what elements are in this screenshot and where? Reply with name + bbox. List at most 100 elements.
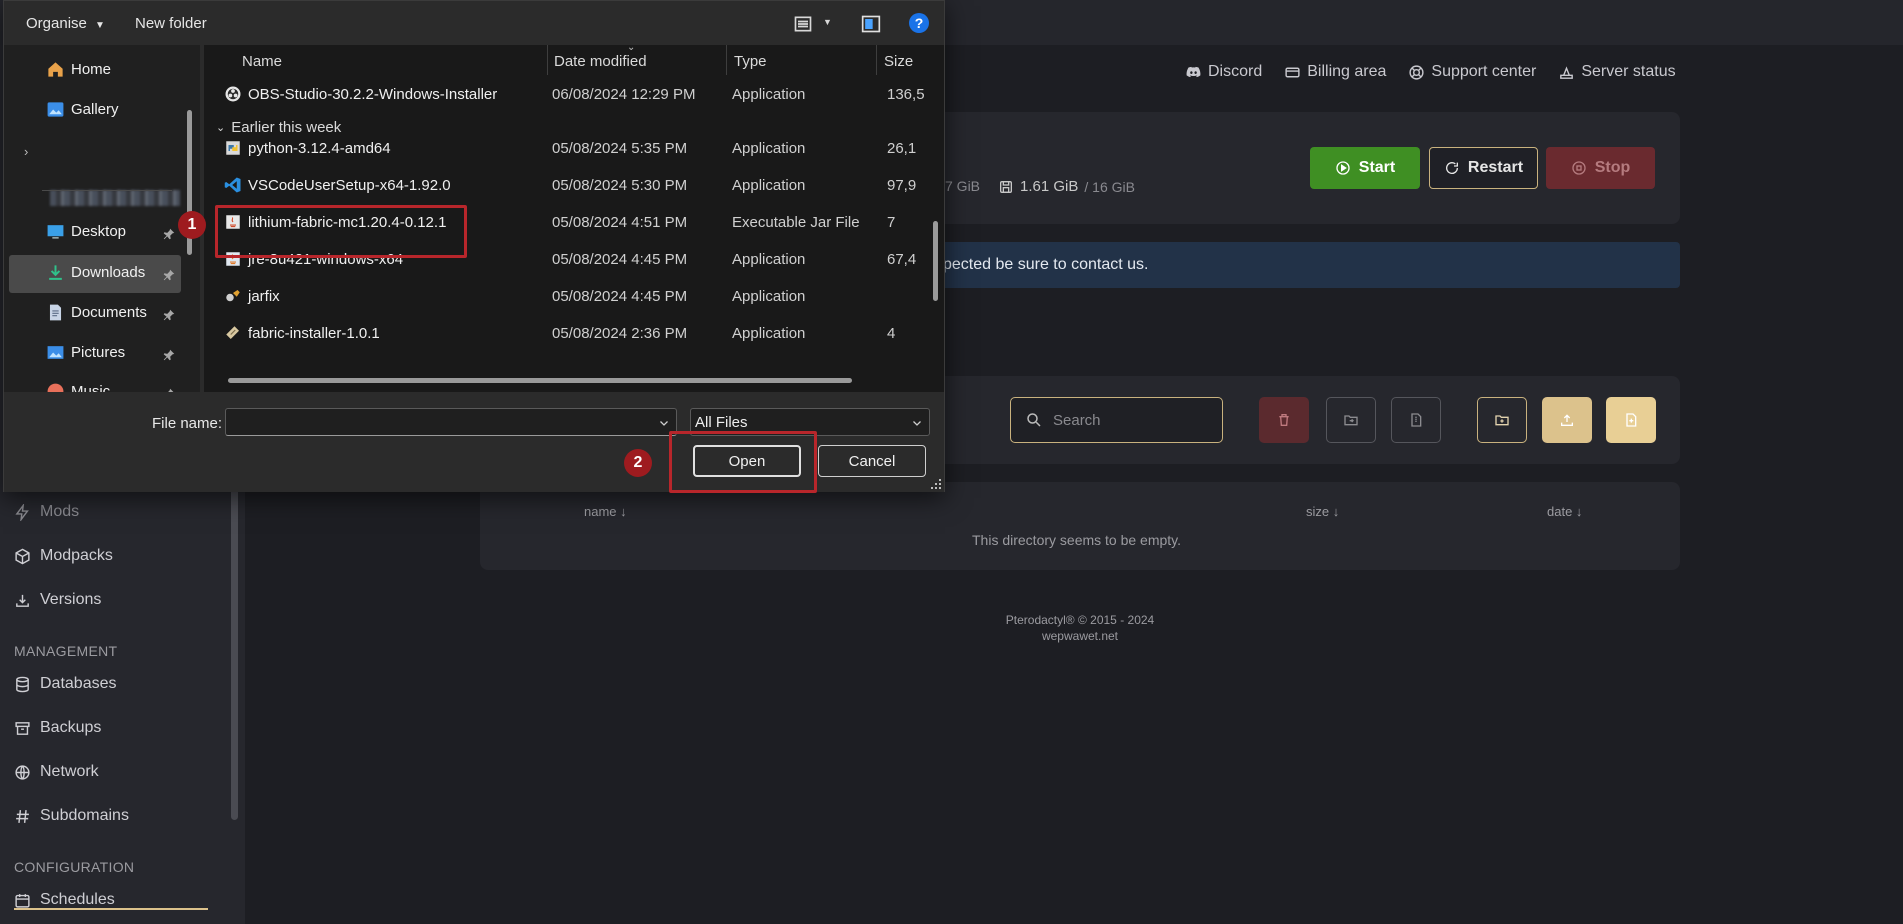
configuration-heading: CONFIGURATION: [14, 859, 135, 875]
sidebar-item-label: Subdomains: [40, 807, 129, 824]
file-name-cell: jarfix: [224, 287, 280, 305]
archive-icon: [15, 721, 30, 735]
chevron-down-icon[interactable]: [658, 417, 670, 429]
footer-domain[interactable]: wepwawet.net: [960, 628, 1200, 644]
home-icon: [48, 62, 63, 77]
billing-link[interactable]: Billing area: [1284, 63, 1386, 81]
hash-icon: [16, 809, 29, 823]
memory-stat: 7 GiB: [945, 178, 980, 194]
pin-icon[interactable]: [162, 227, 176, 241]
file-size: 4: [887, 325, 896, 342]
new-file-button[interactable]: [1606, 397, 1656, 443]
file-name: fabric-installer-1.0.1: [248, 324, 380, 342]
nav-separator: [42, 190, 172, 191]
view-options-button[interactable]: ▼: [793, 14, 832, 39]
delete-button[interactable]: [1259, 397, 1309, 443]
column-header-row: Name Date modified ⌄ Type Size: [204, 45, 944, 75]
card-icon: [1285, 67, 1300, 77]
server-icon: [1560, 65, 1574, 79]
chevron-right-icon[interactable]: ›: [24, 144, 28, 159]
discord-link[interactable]: Discord: [1185, 63, 1262, 81]
sidebar-item-subdomains[interactable]: Subdomains: [14, 807, 129, 825]
pin-icon[interactable]: [162, 348, 176, 362]
disk-icon: [1000, 180, 1012, 193]
file-name: python-3.12.4-amd64: [248, 139, 391, 157]
nav-item-pictures[interactable]: Pictures: [46, 343, 125, 362]
file-name-label: File name:: [152, 415, 223, 432]
archive-button[interactable]: [1391, 397, 1441, 443]
file-row[interactable]: VSCodeUserSetup-x64-1.92.0 05/08/2024 5:…: [204, 167, 944, 203]
new-folder-button[interactable]: [1477, 397, 1527, 443]
annotation-badge-2: 2: [624, 449, 652, 477]
column-name[interactable]: Name: [242, 53, 282, 70]
file-name-cell: OBS-Studio-30.2.2-Windows-Installer: [224, 85, 497, 103]
nav-item-music[interactable]: Music: [46, 382, 110, 392]
status-link[interactable]: Server status: [1558, 63, 1676, 81]
file-row[interactable]: jarfix 05/08/2024 4:45 PM Application: [204, 278, 944, 314]
list-view-icon: [794, 16, 812, 32]
file-row[interactable]: OBS-Studio-30.2.2-Windows-Installer 06/0…: [204, 76, 944, 112]
sidebar-item-network[interactable]: Network: [14, 763, 99, 781]
column-date-modified[interactable]: Date modified: [554, 53, 647, 70]
music-icon: [47, 383, 64, 392]
column-type[interactable]: Type: [734, 53, 767, 70]
footer-copyright: Pterodactyl® © 2015 - 2024: [1005, 613, 1155, 627]
trash-icon: [1279, 414, 1289, 426]
billing-label: Billing area: [1307, 63, 1387, 80]
cancel-button[interactable]: Cancel: [818, 445, 926, 477]
sidebar-item-backups[interactable]: Backups: [14, 719, 101, 737]
upload-button[interactable]: [1542, 397, 1592, 443]
preview-pane-button[interactable]: [861, 14, 881, 39]
start-button[interactable]: Start: [1310, 147, 1420, 189]
list-horizontal-scrollbar[interactable]: [228, 378, 852, 383]
col-name-sort[interactable]: name ↓: [584, 504, 627, 519]
column-size[interactable]: Size: [884, 53, 913, 70]
file-search[interactable]: [1010, 397, 1223, 443]
sidebar-item-schedules[interactable]: Schedules: [14, 891, 115, 909]
sidebar-item-versions[interactable]: Versions: [14, 591, 101, 609]
search-input[interactable]: [1053, 411, 1203, 429]
col-date-sort[interactable]: date ↓: [1547, 504, 1582, 519]
restart-button[interactable]: Restart: [1429, 147, 1538, 189]
globe-icon: [15, 764, 30, 780]
blurred-account-item[interactable]: [50, 190, 180, 206]
desktop-icon: [47, 225, 64, 239]
sidebar-item-mods[interactable]: Mods: [14, 503, 79, 521]
help-icon[interactable]: ?: [909, 13, 929, 33]
column-divider[interactable]: [876, 45, 877, 75]
obs-icon: [225, 86, 241, 102]
nav-item-desktop[interactable]: Desktop: [46, 222, 126, 241]
file-size: 7: [887, 214, 896, 231]
organise-menu[interactable]: Organise ▼: [26, 15, 105, 32]
sidebar-item-databases[interactable]: Databases: [14, 675, 117, 693]
file-date: 05/08/2024 4:51 PM: [552, 214, 688, 231]
nav-item-downloads[interactable]: Downloads: [46, 263, 145, 282]
annotation-highlight-open: [669, 431, 817, 493]
support-link[interactable]: Support center: [1408, 63, 1536, 81]
sidebar-item-label: Backups: [40, 719, 102, 736]
pin-icon[interactable]: [162, 268, 176, 282]
move-button[interactable]: [1326, 397, 1376, 443]
play-icon: [1336, 161, 1350, 175]
pin-icon[interactable]: [162, 308, 176, 322]
nav-label: Pictures: [71, 344, 126, 361]
stop-button[interactable]: Stop: [1546, 147, 1655, 189]
column-divider[interactable]: [547, 45, 548, 75]
file-size: 136,5: [887, 86, 925, 103]
nav-item-gallery[interactable]: Gallery: [46, 100, 119, 119]
nav-item-home[interactable]: Home: [46, 60, 111, 79]
resize-grip-icon[interactable]: [930, 478, 942, 490]
new-folder-toolbar-button[interactable]: New folder: [135, 15, 207, 32]
column-divider[interactable]: [726, 45, 727, 75]
file-type: Application: [732, 140, 806, 157]
file-name-field[interactable]: [225, 408, 677, 436]
file-name: VSCodeUserSetup-x64-1.92.0: [248, 176, 451, 194]
nav-item-documents[interactable]: Documents: [46, 303, 147, 322]
col-size-sort[interactable]: size ↓: [1306, 504, 1339, 519]
sidebar-item-modpacks[interactable]: Modpacks: [14, 547, 113, 565]
nav-label: Desktop: [71, 223, 127, 240]
file-name-input[interactable]: [230, 412, 650, 432]
file-row[interactable]: python-3.12.4-amd64 05/08/2024 5:35 PM A…: [204, 130, 944, 166]
list-vertical-scrollbar[interactable]: [933, 221, 938, 301]
file-row[interactable]: fabric-installer-1.0.1 05/08/2024 2:36 P…: [204, 315, 944, 351]
